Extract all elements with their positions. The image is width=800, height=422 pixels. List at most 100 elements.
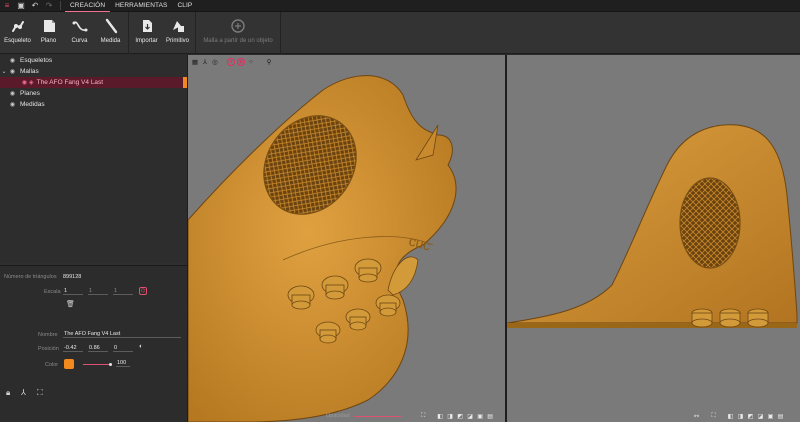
triangles-value: 899128 bbox=[63, 274, 82, 280]
fit-view-icon[interactable]: ⛶ bbox=[37, 388, 43, 398]
view-top-icon[interactable]: ▣ bbox=[766, 412, 775, 420]
link-icon[interactable]: ⚯ bbox=[692, 412, 701, 420]
view-bottom-icon[interactable]: ▤ bbox=[486, 412, 495, 420]
eye-icon[interactable]: ◉ bbox=[8, 90, 17, 97]
import-button[interactable]: Importar bbox=[131, 12, 162, 54]
curve-label: Curva bbox=[71, 38, 88, 44]
fit-view-icon[interactable]: ⛶ bbox=[419, 412, 428, 420]
position-x-field[interactable]: -0.42 bbox=[63, 344, 83, 352]
chevron-down-icon[interactable]: ⌄ bbox=[0, 68, 8, 75]
eye-icon[interactable]: ◉ bbox=[8, 101, 17, 108]
color-value-field[interactable]: 100 bbox=[116, 359, 130, 367]
points-icon[interactable]: ⁘ bbox=[246, 57, 256, 67]
tree-item-label: The AFO Fang V4 Last bbox=[36, 79, 104, 86]
view-left-icon[interactable]: ◩ bbox=[746, 412, 755, 420]
scale-lock-icon[interactable]: ⌬ bbox=[139, 287, 147, 295]
plane-icon bbox=[40, 17, 58, 35]
eye-icon[interactable]: ◉ bbox=[20, 79, 29, 86]
scale-x-field[interactable]: 1 bbox=[63, 287, 83, 295]
tree-item-label: Planes bbox=[20, 90, 40, 97]
target-icon[interactable]: ◐ bbox=[139, 343, 143, 350]
import-label: Importar bbox=[135, 38, 158, 44]
skeleton-icon bbox=[9, 17, 27, 35]
tree-item-measures[interactable]: ◉ Medidas bbox=[0, 99, 187, 110]
opacity-slider[interactable] bbox=[353, 415, 402, 417]
tab-clip[interactable]: CLIP bbox=[172, 0, 197, 12]
solid-toggle-icon[interactable]: ◉ bbox=[237, 58, 245, 66]
model-render-3d: cuc bbox=[188, 75, 457, 422]
view-bottom-icon[interactable]: ▤ bbox=[776, 412, 785, 420]
primitive-button[interactable]: Primitivo bbox=[162, 12, 193, 54]
undo-icon[interactable]: ↶ bbox=[28, 0, 42, 12]
eye-icon[interactable]: ◉ bbox=[8, 68, 17, 75]
curve-button[interactable]: Curva bbox=[64, 12, 95, 54]
eye-icon[interactable]: ◉ bbox=[8, 57, 17, 64]
view-left-icon[interactable]: ◩ bbox=[456, 412, 465, 420]
lock-icon[interactable]: 🔒︎ bbox=[6, 388, 10, 398]
import-icon bbox=[138, 17, 156, 35]
trash-icon[interactable]: 🗑 bbox=[66, 300, 75, 308]
properties-panel: Número de triángulos 899128 Escala 1 1 1… bbox=[0, 265, 187, 422]
hamburger-menu-icon[interactable]: ≡ bbox=[0, 0, 14, 12]
view-back-icon[interactable]: ◨ bbox=[736, 412, 745, 420]
scene-tree: ◉ Esqueletos ⌄ ◉ Mallas ◉ ◈ The AFO Fang… bbox=[0, 55, 187, 263]
tree-item-meshes[interactable]: ⌄ ◉ Mallas bbox=[0, 66, 187, 77]
position-z-field[interactable]: 0 bbox=[113, 344, 133, 352]
tree-item-planes[interactable]: ◉ Planes bbox=[0, 88, 187, 99]
viewport-toolbar: ▦ ⅄ ◎ ● ◉ ⁘ ⚲ bbox=[190, 57, 274, 67]
viewport-side[interactable]: ⚯ ⛶ ◧ ◨ ◩ ◪ ▣ ▤ bbox=[507, 55, 800, 422]
slider-knob[interactable] bbox=[109, 363, 112, 366]
tree-item-afo-fang-last[interactable]: ◉ ◈ The AFO Fang V4 Last bbox=[0, 77, 187, 88]
fit-view-icon[interactable]: ⛶ bbox=[709, 412, 718, 420]
scale-y-field[interactable]: 1 bbox=[88, 287, 108, 295]
tree-item-label: Esqueletos bbox=[20, 57, 53, 64]
viewport-bottom-bar: ⚯ ⛶ ◧ ◨ ◩ ◪ ▣ ▤ bbox=[691, 412, 785, 420]
orbit-icon[interactable]: ◎ bbox=[210, 57, 220, 67]
mesh-from-object-label: Malla a partir de un objeto bbox=[203, 38, 273, 44]
skeleton-label: Esqueleto bbox=[4, 38, 31, 44]
color-label: Color bbox=[45, 362, 59, 368]
view-top-icon[interactable]: ▣ bbox=[476, 412, 485, 420]
view-back-icon[interactable]: ◨ bbox=[446, 412, 455, 420]
scale-z-field[interactable]: 1 bbox=[113, 287, 133, 295]
position-label: Posición bbox=[38, 346, 59, 352]
viewport-bottom-bar: Opacidad ⛶ ◧ ◨ ◩ ◪ ▣ ▤ bbox=[326, 412, 495, 420]
opacity-label: Opacidad bbox=[326, 413, 350, 419]
wireframe-toggle-icon[interactable]: ● bbox=[227, 58, 235, 66]
color-opacity-slider[interactable] bbox=[83, 364, 110, 365]
scale-label: Escala bbox=[44, 289, 61, 295]
view-right-icon[interactable]: ◪ bbox=[466, 412, 475, 420]
mesh-icon: ◈ bbox=[29, 80, 34, 86]
ribbon-toolbar: Esqueleto Plano Curva Medida Importar Pr… bbox=[0, 12, 800, 54]
save-icon[interactable]: ▣ bbox=[14, 0, 28, 12]
redo-icon[interactable]: ↷ bbox=[42, 0, 56, 12]
tab-creacion[interactable]: CREACIÓN bbox=[65, 0, 111, 12]
tab-herramientas[interactable]: HERRAMIENTAS bbox=[110, 0, 172, 12]
left-panel: ◉ Esqueletos ⌄ ◉ Mallas ◉ ◈ The AFO Fang… bbox=[0, 55, 187, 422]
menu-separator bbox=[60, 1, 61, 10]
primitive-label: Primitivo bbox=[165, 38, 189, 44]
view-front-icon[interactable]: ◧ bbox=[726, 412, 735, 420]
curve-icon bbox=[71, 17, 89, 35]
tree-item-label: Mallas bbox=[20, 68, 39, 75]
tree-item-skeletons[interactable]: ◉ Esqueletos bbox=[0, 55, 187, 66]
position-y-field[interactable]: 0.86 bbox=[88, 344, 108, 352]
grid-icon[interactable]: ▦ bbox=[190, 57, 200, 67]
measure-button[interactable]: Medida bbox=[95, 12, 126, 54]
mesh-from-object-button[interactable]: Malla a partir de un objeto bbox=[198, 12, 278, 54]
person-icon[interactable]: ⚲ bbox=[264, 57, 274, 67]
view-front-icon[interactable]: ◧ bbox=[436, 412, 445, 420]
color-swatch[interactable] bbox=[64, 359, 74, 369]
mesh-from-object-icon bbox=[229, 17, 247, 35]
plane-label: Plano bbox=[40, 38, 57, 44]
plane-button[interactable]: Plano bbox=[33, 12, 64, 54]
axes-icon[interactable]: ⅄ bbox=[200, 57, 210, 67]
skeleton-button[interactable]: Esqueleto bbox=[2, 12, 33, 54]
viewport-perspective[interactable]: cuc ▦ ⅄ ◎ ● ◉ ⁘ ⚲ Opacidad ⛶ ◧ ◨ ◩ ◪ ▣ ▤ bbox=[188, 55, 505, 422]
axes-icon[interactable]: ⅄ bbox=[21, 388, 26, 397]
view-right-icon[interactable]: ◪ bbox=[756, 412, 765, 420]
ribbon-group-create: Esqueleto Plano Curva Medida bbox=[0, 12, 129, 54]
name-field[interactable]: The AFO Fang V4 Last bbox=[63, 330, 181, 338]
